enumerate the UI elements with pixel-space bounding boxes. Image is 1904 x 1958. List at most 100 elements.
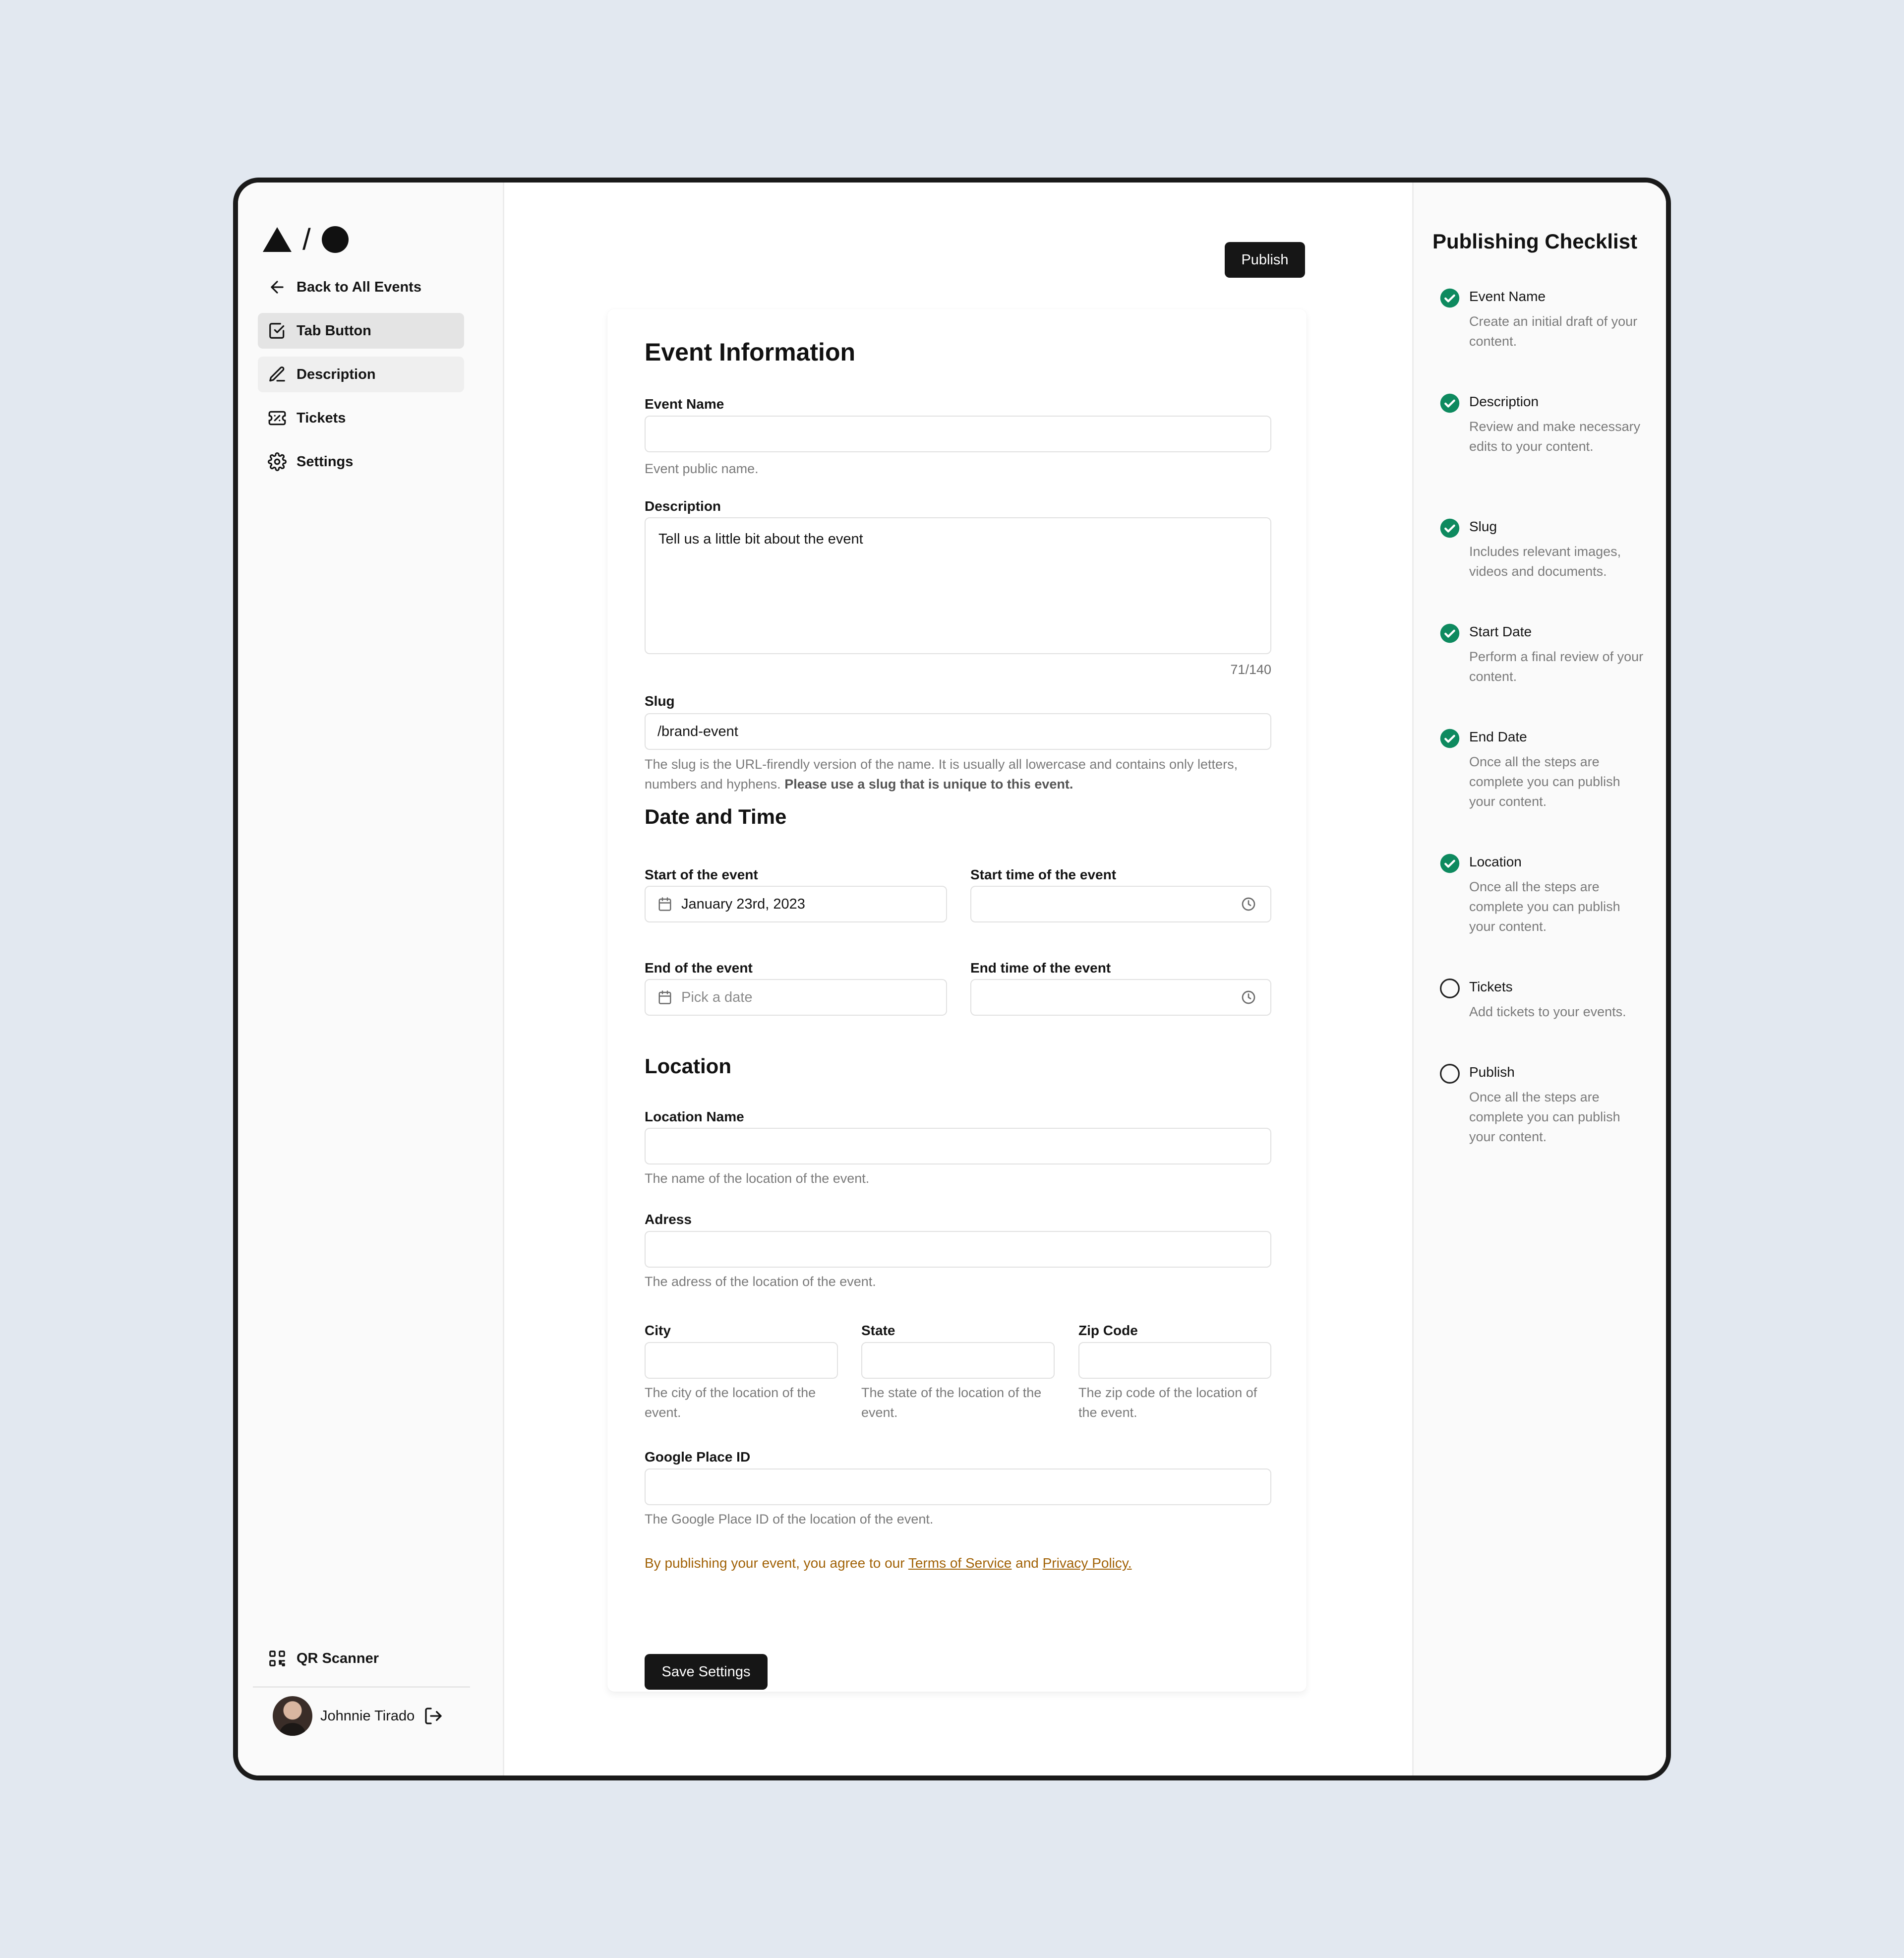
step-description: Includes relevant images, videos and doc… [1469, 544, 1621, 579]
start-time-label: Start time of the event [970, 867, 1117, 882]
check-circle-icon [1440, 729, 1460, 748]
logout-icon[interactable] [423, 1706, 443, 1726]
end-date-placeholder: Pick a date [681, 989, 753, 1005]
end-date-label: End of the event [645, 960, 753, 976]
start-date-picker[interactable]: January 23rd, 2023 [645, 886, 947, 922]
clock-icon [1242, 897, 1255, 911]
start-date-label: Start of the event [645, 867, 758, 882]
event-name-label: Event Name [645, 396, 724, 412]
state-input[interactable] [861, 1342, 1055, 1379]
slug-input[interactable]: /brand-event [645, 713, 1271, 750]
step-description: Perform a final review of your content. [1469, 649, 1644, 684]
event-name-help: Event public name. [645, 461, 759, 476]
description-textarea[interactable]: Tell us a little bit about the event [645, 517, 1271, 654]
step-title: Slug [1469, 519, 1497, 534]
step-title: Description [1469, 394, 1539, 409]
address-label: Adress [645, 1212, 692, 1227]
start-time-input[interactable] [970, 886, 1271, 922]
user-profile[interactable]: Johnnie Tirado [273, 1696, 443, 1736]
circle-logo-icon [321, 226, 349, 253]
step-description: Create an initial draft of your content. [1469, 314, 1638, 349]
check-circle-icon [1440, 854, 1460, 873]
app-window: / Back to All Events Tab Button Descript… [233, 178, 1671, 1780]
end-date-picker[interactable]: Pick a date [645, 979, 947, 1016]
sidebar-item-label: Tickets [297, 410, 346, 426]
checklist-title: Publishing Checklist [1432, 230, 1638, 253]
step-title: Location [1469, 854, 1522, 869]
calendar-icon [658, 897, 671, 911]
end-time-input[interactable] [970, 979, 1271, 1016]
publishing-checklist: Publishing Checklist Event Name Create a… [1412, 183, 1666, 1775]
terms-of-service-link[interactable]: Terms of Service [908, 1555, 1012, 1571]
back-to-events-link[interactable]: Back to All Events [258, 269, 464, 305]
slug-label: Slug [645, 693, 675, 709]
event-name-input[interactable] [645, 416, 1271, 452]
qr-scanner-label: QR Scanner [297, 1650, 379, 1666]
user-divider [253, 1686, 470, 1688]
place-id-input[interactable] [645, 1468, 1271, 1505]
step-title: Start Date [1469, 624, 1532, 639]
empty-circle-icon [1440, 979, 1460, 998]
step-title: Publish [1469, 1064, 1515, 1080]
zip-label: Zip Code [1078, 1323, 1138, 1338]
clock-icon [1242, 990, 1255, 1004]
logo-slash: / [302, 223, 311, 256]
step-description: Add tickets to your events. [1469, 1004, 1626, 1019]
terms-and: and [1015, 1555, 1039, 1571]
city-input[interactable] [645, 1342, 838, 1379]
address-help: The adress of the location of the event. [645, 1274, 876, 1289]
check-circle-icon [1440, 288, 1460, 308]
check-circle-icon [1440, 393, 1460, 413]
checkbox-icon [267, 320, 288, 341]
check-circle-icon [1440, 623, 1460, 643]
slug-help-bold: Please use a slug that is unique to this… [784, 777, 1073, 792]
state-label: State [861, 1323, 895, 1338]
publish-button[interactable]: Publish [1225, 242, 1305, 278]
qr-code-icon [267, 1648, 288, 1669]
city-help: The city of the location of the event. [645, 1385, 816, 1420]
ticket-icon [267, 408, 288, 428]
slug-help: The slug is the URL-firendly version of … [645, 754, 1271, 794]
location-name-label: Location Name [645, 1109, 744, 1124]
form-title: Event Information [645, 338, 856, 366]
arrow-left-icon [267, 277, 288, 298]
save-settings-button[interactable]: Save Settings [645, 1654, 768, 1690]
main-content: Publish Event Information Event Name Eve… [506, 183, 1412, 1775]
privacy-policy-link[interactable]: Privacy Policy. [1043, 1555, 1132, 1571]
qr-scanner-link[interactable]: QR Scanner [258, 1641, 464, 1676]
step-description: Once all the steps are complete you can … [1469, 754, 1620, 809]
sidebar-item-label: Description [297, 366, 376, 382]
sidebar-item-description[interactable]: Description [258, 357, 464, 392]
triangle-logo-icon [263, 227, 292, 252]
location-name-input[interactable] [645, 1128, 1271, 1164]
location-title: Location [645, 1054, 731, 1078]
step-title: Event Name [1469, 289, 1546, 304]
step-description: Once all the steps are complete you can … [1469, 879, 1620, 934]
city-label: City [645, 1323, 671, 1338]
calendar-icon [658, 990, 671, 1004]
end-time-label: End time of the event [970, 960, 1111, 976]
sidebar-item-label: Tab Button [297, 322, 371, 339]
terms-prefix: By publishing your event, you agree to o… [645, 1555, 905, 1571]
back-label: Back to All Events [297, 279, 421, 295]
place-id-help: The Google Place ID of the location of t… [645, 1512, 934, 1527]
pencil-icon [267, 364, 288, 385]
step-description: Once all the steps are complete you can … [1469, 1090, 1620, 1144]
step-description: Review and make necessary edits to your … [1469, 419, 1641, 454]
brand-logo[interactable]: / [263, 225, 349, 254]
zip-input[interactable] [1078, 1342, 1271, 1379]
sidebar-item-settings[interactable]: Settings [258, 444, 464, 480]
sidebar-item-tab-button[interactable]: Tab Button [258, 313, 464, 349]
avatar[interactable] [273, 1696, 312, 1736]
zip-help: The zip code of the location of the even… [1078, 1385, 1257, 1420]
description-label: Description [645, 498, 721, 514]
step-title: Tickets [1469, 979, 1513, 994]
address-input[interactable] [645, 1231, 1271, 1268]
location-name-help: The name of the location of the event. [645, 1171, 870, 1186]
gear-icon [267, 451, 288, 472]
date-time-title: Date and Time [645, 805, 787, 828]
terms-notice: By publishing your event, you agree to o… [645, 1555, 1132, 1571]
place-id-label: Google Place ID [645, 1449, 751, 1465]
sidebar-item-tickets[interactable]: Tickets [258, 400, 464, 436]
sidebar: / Back to All Events Tab Button Descript… [238, 183, 504, 1775]
